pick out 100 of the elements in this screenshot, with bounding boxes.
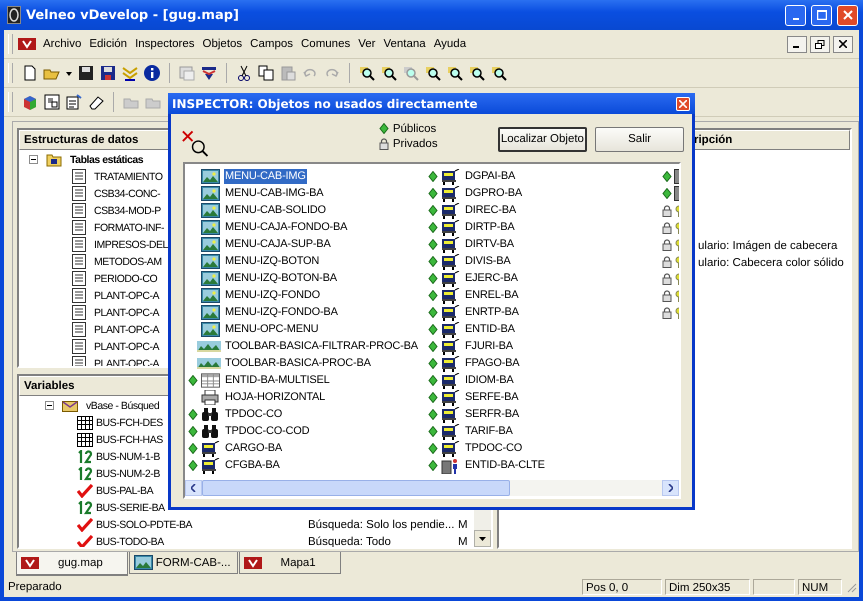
tree-item[interactable]: BUS-SOLO-PDTE-BA — [96, 518, 192, 530]
list-item[interactable]: FPAGO-BA — [464, 356, 520, 371]
properties-icon[interactable] — [65, 93, 83, 111]
list-item[interactable]: ENREL-BA — [464, 288, 520, 303]
list-item[interactable]: DIRTV-BA — [464, 237, 515, 252]
tree-item[interactable]: CSB34-MOD-P — [94, 204, 161, 216]
tree-item[interactable]: BUS-FCH-HAS — [96, 434, 163, 446]
scroll-left-button[interactable] — [185, 480, 202, 496]
tree-item[interactable]: BUS-PAL-BA — [96, 484, 154, 496]
tree-item[interactable]: vBase - Búsqued — [86, 400, 160, 412]
scroll-down-button[interactable] — [474, 530, 491, 547]
tree-item[interactable]: PLANT-OPC-A — [94, 306, 160, 318]
list-item[interactable]: MENU-IZQ-BOTON-BA — [224, 271, 338, 286]
list-item[interactable]: TOOLBAR-BASICA-FILTRAR-PROC-BA — [224, 339, 419, 354]
tree-item[interactable]: BUS-TODO-BA — [96, 536, 164, 547]
tree-item[interactable]: TRATAMIENTO — [94, 170, 163, 182]
tree-item[interactable]: Tablas estáticas — [70, 154, 144, 166]
list-item[interactable]: DGPRO-BA — [464, 186, 524, 201]
list-item[interactable]: MENU-OPC-MENU — [224, 322, 320, 337]
tree-item[interactable]: BUS-NUM-1-B — [96, 450, 160, 462]
list-item[interactable]: FJURI-BA — [464, 339, 514, 354]
minimize-button[interactable] — [787, 36, 807, 52]
menu-item[interactable]: Archivo — [39, 38, 86, 50]
menu-item[interactable]: Inspectores — [131, 38, 199, 50]
list-item[interactable]: TOOLBAR-BASICA-PROC-BA — [224, 356, 372, 371]
menu-item[interactable]: Comunes — [297, 38, 354, 50]
restore-button[interactable] — [810, 36, 830, 52]
list-item[interactable]: ENTID-BA — [464, 322, 516, 337]
document-tab[interactable]: gug.map — [16, 552, 128, 576]
info-icon[interactable] — [143, 64, 161, 82]
scroll-right-button[interactable] — [662, 480, 679, 496]
list-item[interactable]: EJERC-BA — [464, 271, 519, 286]
menu-item[interactable]: Ventana — [379, 38, 430, 50]
menu-item[interactable]: Objetos — [198, 38, 246, 50]
list-item[interactable]: ENTID-BA-MULTISEL — [224, 373, 331, 388]
list-item[interactable]: SERFR-BA — [464, 407, 520, 422]
list-item[interactable]: ENRTP-BA — [464, 305, 520, 320]
list-item[interactable]: DIRTP-BA — [464, 220, 516, 235]
list-item[interactable]: CARGO-BA — [224, 441, 284, 456]
list-item[interactable]: TPDOC-CO — [224, 407, 284, 422]
search-icon[interactable] — [380, 64, 398, 82]
dialog-button[interactable]: Salir — [595, 126, 684, 152]
search-icon[interactable] — [490, 64, 508, 82]
tree-item[interactable]: IMPRESOS-DEL — [94, 238, 168, 250]
tree-item[interactable]: PLANT-OPC-A — [94, 340, 160, 352]
list-item[interactable]: TARIF-BA — [464, 424, 514, 439]
tree-item[interactable]: METODOS-AM — [94, 256, 162, 268]
tree-item[interactable]: PLANT-OPC-A — [94, 324, 160, 336]
copy-icon[interactable] — [257, 64, 275, 82]
windows-icon[interactable] — [43, 93, 61, 111]
funnel-icon[interactable] — [200, 64, 218, 82]
list-item[interactable]: DIVIS-BA — [464, 254, 512, 269]
save-all-icon[interactable] — [99, 64, 117, 82]
tree-item[interactable]: PERIODO-CO — [94, 272, 158, 284]
list-item[interactable]: TPDOC-CO-COD — [224, 424, 310, 439]
list-item[interactable]: MENU-CAB-IMG — [224, 169, 307, 184]
list-item[interactable]: TPDOC-CO — [464, 441, 524, 456]
down-arrow-icon — [479, 536, 486, 540]
search-icon[interactable] — [424, 64, 442, 82]
description-text: Búsqueda: Todo — [308, 536, 392, 547]
list-item[interactable]: MENU-CAJA-SUP-BA — [224, 237, 332, 252]
list-item[interactable]: MENU-CAB-SOLIDO — [224, 203, 327, 218]
tree-item[interactable]: BUS-FCH-DES — [96, 416, 163, 428]
search-icon[interactable] — [446, 64, 464, 82]
menu-item[interactable]: Ayuda — [430, 38, 470, 50]
cube-icon[interactable] — [21, 93, 39, 111]
list-item[interactable]: MENU-IZQ-FONDO — [224, 288, 321, 303]
search-icon[interactable] — [468, 64, 486, 82]
resize-grip-icon[interactable] — [845, 580, 857, 592]
document-tab[interactable]: FORM-CAB-... — [128, 552, 238, 574]
search-icon[interactable] — [358, 64, 376, 82]
list-item[interactable]: ENTID-BA-CLTE — [464, 458, 546, 473]
dialog-button[interactable]: Localizar Objeto — [498, 126, 588, 152]
collapse-icon[interactable] — [29, 155, 38, 164]
status-panel — [753, 578, 795, 594]
search-cross-icon[interactable] — [180, 128, 211, 158]
check-icon — [77, 534, 93, 547]
scrollbar[interactable] — [185, 480, 679, 496]
maximize-button[interactable] — [811, 4, 832, 26]
close-button[interactable] — [833, 36, 853, 52]
list-item[interactable]: MENU-CAB-IMG-BA — [224, 186, 324, 201]
list-item[interactable]: MENU-IZQ-BOTON — [224, 254, 320, 269]
tree-item[interactable]: PLANT-OPC-A — [94, 290, 160, 302]
list-item[interactable]: MENU-IZQ-FONDO-BA — [224, 305, 339, 320]
tree-item[interactable]: FORMATO-INF- — [94, 222, 164, 234]
list-item[interactable]: DGPAI-BA — [464, 169, 516, 184]
menu-item[interactable]: Edición — [85, 38, 132, 50]
cut-icon[interactable] — [235, 64, 253, 82]
menu-item[interactable]: Campos — [246, 38, 297, 50]
save-icon[interactable] — [77, 64, 95, 82]
document-tab[interactable]: Mapa1 — [238, 552, 341, 574]
list-item[interactable]: DIREC-BA — [464, 203, 517, 218]
list-item[interactable]: CFGBA-BA — [224, 458, 281, 473]
tree-item[interactable]: BUS-NUM-2-B — [96, 468, 160, 480]
scrollbar-thumb[interactable] — [202, 480, 510, 496]
tree-item[interactable]: CSB34-CONC- — [94, 188, 160, 200]
list-item[interactable]: MENU-CAJA-FONDO-BA — [224, 220, 348, 235]
collapse-icon[interactable] — [45, 401, 54, 410]
tree-item[interactable]: BUS-SERIE-BA — [96, 502, 165, 514]
menu-item[interactable]: Ver — [354, 38, 380, 50]
